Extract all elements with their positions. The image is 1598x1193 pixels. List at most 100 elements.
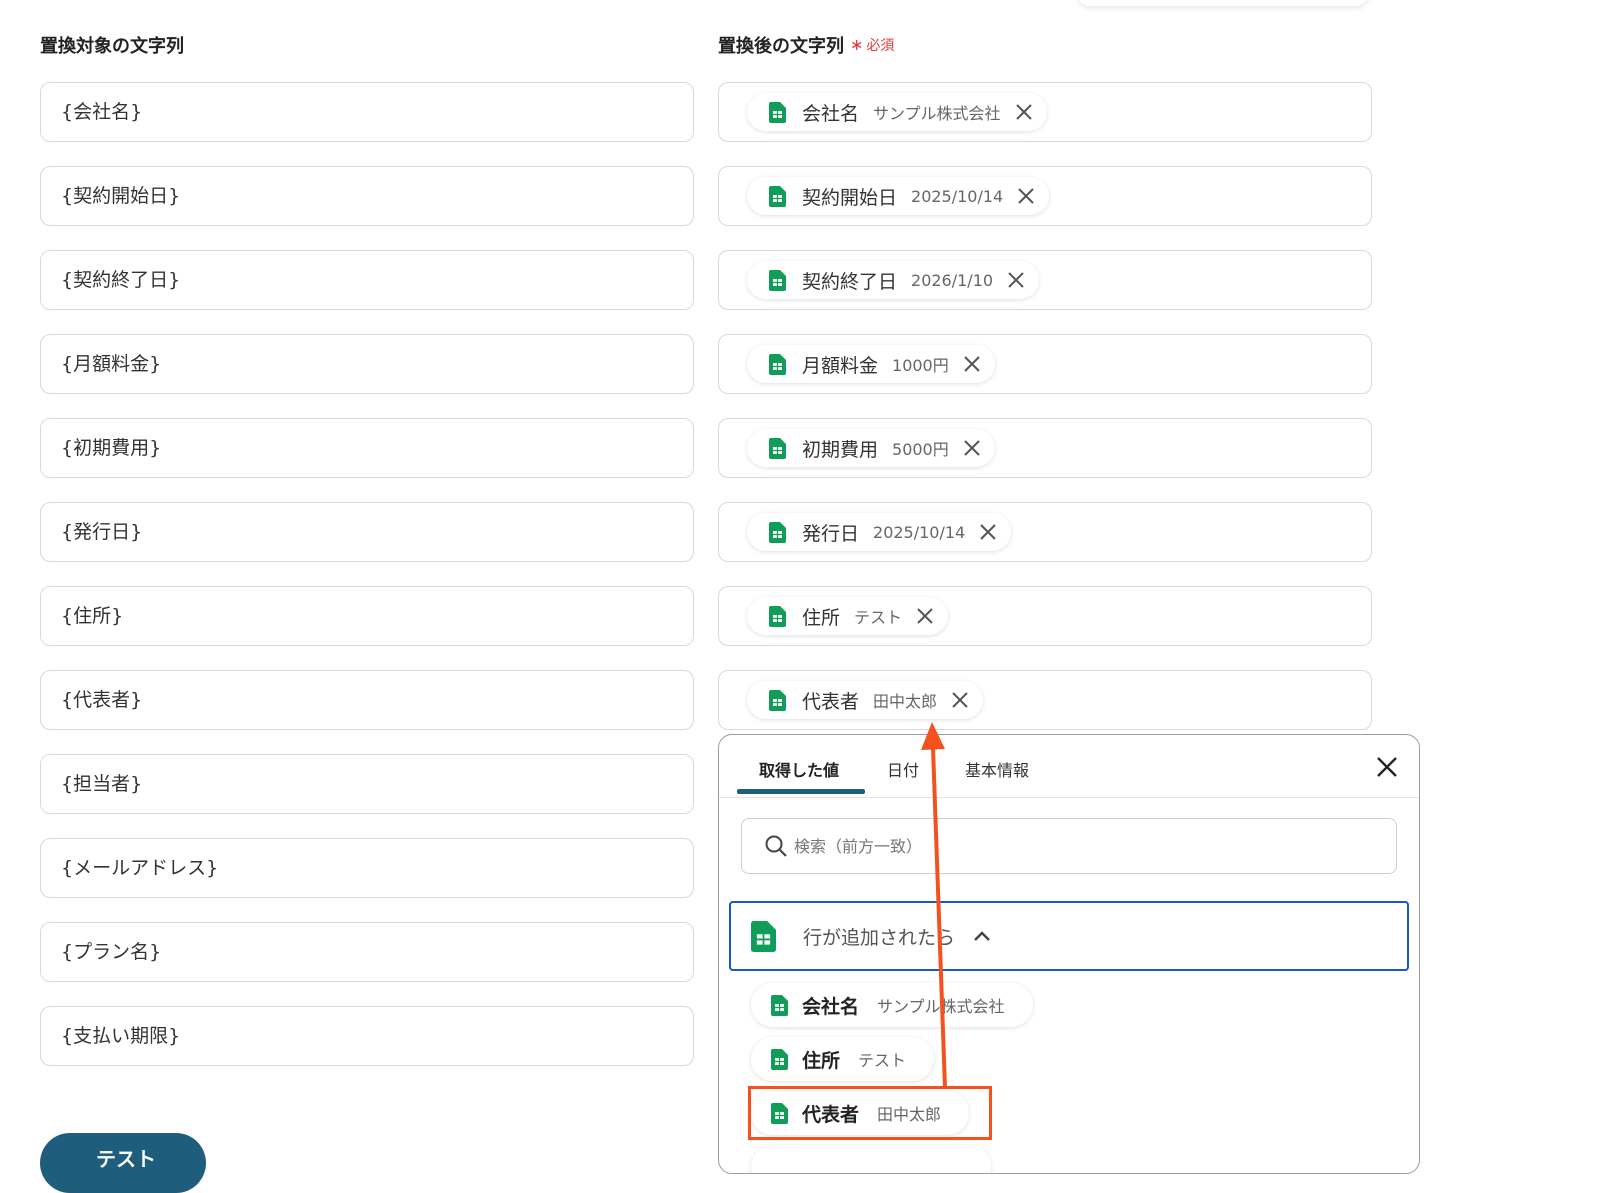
variable-chip: 初期費用 5000円 <box>747 429 995 467</box>
chip-name: 初期費用 <box>802 438 879 461</box>
target-field[interactable]: {担当者} <box>40 754 694 814</box>
variable-option[interactable]: 会社名 サンプル株式会社 <box>751 983 1033 1027</box>
tab-basic-info[interactable]: 基本情報 <box>965 757 1029 781</box>
chip-value: 1000円 <box>892 356 949 375</box>
target-label-text: 置換対象の文字列 <box>40 36 184 57</box>
target-field[interactable]: {発行日} <box>40 502 694 562</box>
chip-value: 2025/10/14 <box>911 186 1004 206</box>
target-field[interactable]: {代表者} <box>40 670 694 730</box>
close-icon[interactable] <box>1375 755 1399 779</box>
tab-acquired-values[interactable]: 取得した値 <box>759 757 839 781</box>
required-text: 必須 <box>866 38 895 54</box>
chip-value: 5000円 <box>892 440 949 459</box>
annotation-highlight-box <box>748 1086 992 1140</box>
target-field[interactable]: {月額料金} <box>40 334 694 394</box>
replacement-field[interactable]: 契約開始日 2025/10/14 <box>718 166 1372 226</box>
close-icon[interactable] <box>951 691 969 709</box>
chip-value: 田中太郎 <box>873 692 938 711</box>
replacement-label-text: 置換後の文字列 <box>718 36 844 57</box>
close-icon[interactable] <box>1007 271 1025 289</box>
chip-value: 2025/10/14 <box>873 522 966 542</box>
popup-tabs: 取得した値 日付 基本情報 <box>719 735 1419 798</box>
target-field-text: {会社名} <box>61 101 143 123</box>
target-field-text: {プラン名} <box>61 941 162 963</box>
chip-name: 月額料金 <box>802 354 879 377</box>
close-icon[interactable] <box>963 355 981 373</box>
close-icon[interactable] <box>1017 187 1035 205</box>
target-field-text: {発行日} <box>61 521 143 543</box>
target-field[interactable]: {住所} <box>40 586 694 646</box>
dropdown-edge <box>1078 0 1368 6</box>
google-sheets-icon <box>769 185 786 207</box>
variable-option[interactable]: 住所 テスト <box>751 1037 935 1081</box>
google-sheets-icon <box>769 269 786 291</box>
variable-chip: 会社名 サンプル株式会社 <box>747 93 1047 131</box>
google-sheets-icon <box>769 353 786 375</box>
replacement-field[interactable]: 代表者 田中太郎 <box>718 670 1372 730</box>
target-field[interactable]: {支払い期限} <box>40 1006 694 1066</box>
google-sheets-icon <box>769 437 786 459</box>
google-sheets-icon <box>771 994 788 1016</box>
close-icon[interactable] <box>963 439 981 457</box>
google-sheets-icon <box>769 689 786 711</box>
replacement-field[interactable]: 契約終了日 2026/1/10 <box>718 250 1372 310</box>
tab-date[interactable]: 日付 <box>887 757 919 781</box>
target-field-text: {契約開始日} <box>61 185 181 207</box>
chip-name: 契約開始日 <box>802 186 898 209</box>
active-tab-indicator <box>737 789 865 794</box>
trigger-group-label: 行が追加されたら <box>803 927 956 949</box>
close-icon[interactable] <box>916 607 934 625</box>
required-star: ∗ <box>850 35 864 54</box>
chip-name: 代表者 <box>802 690 860 713</box>
replacement-field[interactable]: 発行日 2025/10/14 <box>718 502 1372 562</box>
target-field-text: {担当者} <box>61 773 143 795</box>
target-field-text: {支払い期限} <box>61 1025 181 1047</box>
chip-value: サンプル株式会社 <box>873 104 1001 123</box>
chip-value: 2026/1/10 <box>911 270 994 290</box>
chip-name: 住所 <box>802 606 841 629</box>
target-field[interactable]: {契約終了日} <box>40 250 694 310</box>
replacement-field[interactable]: 会社名 サンプル株式会社 <box>718 82 1372 142</box>
test-button-label: テスト <box>96 1147 156 1171</box>
replacement-field[interactable]: 初期費用 5000円 <box>718 418 1372 478</box>
google-sheets-icon <box>769 521 786 543</box>
search-box <box>741 818 1397 874</box>
replacement-field[interactable]: 住所 テスト <box>718 586 1372 646</box>
target-field-text: {代表者} <box>61 689 143 711</box>
chip-name: 会社名 <box>802 102 860 125</box>
target-column-label: 置換対象の文字列 <box>40 32 184 58</box>
target-field-text: {月額料金} <box>61 353 162 375</box>
variable-chip: 住所 テスト <box>747 597 949 635</box>
test-button[interactable]: テスト <box>40 1133 206 1193</box>
target-field[interactable]: {契約開始日} <box>40 166 694 226</box>
required-indicator: ∗ 必須 <box>850 35 894 55</box>
google-sheets-icon <box>771 1048 788 1070</box>
replacement-field[interactable]: 月額料金 1000円 <box>718 334 1372 394</box>
variable-chip: 契約終了日 2026/1/10 <box>747 261 1040 299</box>
variable-option[interactable] <box>751 1145 991 1173</box>
target-field[interactable]: {会社名} <box>40 82 694 142</box>
chip-name: 契約終了日 <box>802 270 898 293</box>
search-input[interactable] <box>792 819 1386 873</box>
option-name: 住所 <box>802 1049 841 1072</box>
target-field[interactable]: {プラン名} <box>40 922 694 982</box>
chip-value: テスト <box>854 608 903 627</box>
search-icon <box>765 835 787 857</box>
close-icon[interactable] <box>979 523 997 541</box>
target-field-text: {契約終了日} <box>61 269 181 291</box>
google-sheets-icon <box>769 101 786 123</box>
replacement-column-label: 置換後の文字列 ∗ 必須 <box>718 32 894 58</box>
target-field-text: {住所} <box>61 605 124 627</box>
chevron-up-icon[interactable] <box>973 929 991 943</box>
variable-chip: 月額料金 1000円 <box>747 345 995 383</box>
target-field-text: {メールアドレス} <box>61 857 219 879</box>
trigger-group-header[interactable]: 行が追加されたら <box>729 901 1409 971</box>
option-value: サンプル株式会社 <box>877 997 1005 1016</box>
target-field[interactable]: {初期費用} <box>40 418 694 478</box>
option-name: 会社名 <box>802 995 860 1018</box>
option-value: テスト <box>858 1051 907 1070</box>
google-sheets-icon <box>769 605 786 627</box>
close-icon[interactable] <box>1015 103 1033 121</box>
target-field[interactable]: {メールアドレス} <box>40 838 694 898</box>
variable-chip: 契約開始日 2025/10/14 <box>747 177 1050 215</box>
